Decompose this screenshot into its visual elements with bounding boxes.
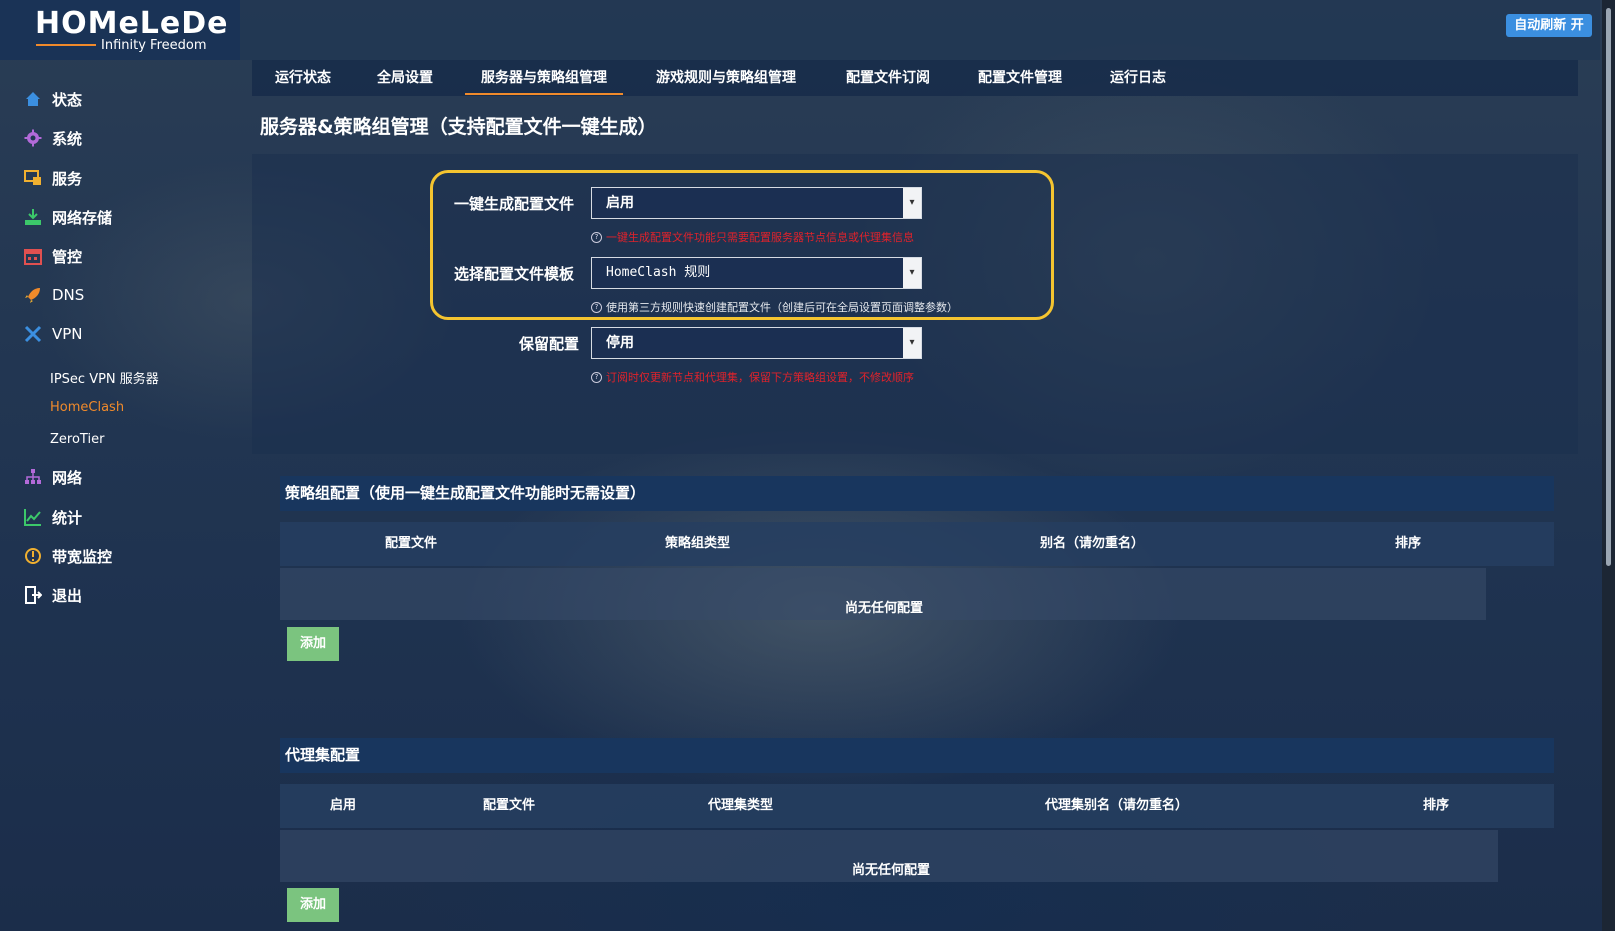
network-icon: [24, 468, 42, 486]
sidebar-item-services[interactable]: 服务: [24, 163, 82, 193]
scrollbar-thumb[interactable]: [1606, 8, 1611, 566]
proxy-table-header: 启用 配置文件 代理集类型 代理集别名（请勿重名） 排序: [280, 784, 1554, 828]
sidebar-item-system[interactable]: 系统: [24, 123, 82, 153]
policy-table-header: 配置文件 策略组类型 别名（请勿重名） 排序: [280, 522, 1554, 566]
sidebar-item-network[interactable]: 网络: [24, 462, 82, 492]
keep-config-hint: ? 订阅时仅更新节点和代理集，保留下方策略组设置，不修改顺序: [591, 369, 914, 385]
sidebar-item-control[interactable]: 管控: [24, 241, 82, 271]
sidebar-item-storage[interactable]: 网络存储: [24, 202, 112, 232]
gen-config-value: 启用: [606, 195, 634, 211]
sidebar-item-label: 系统: [52, 129, 83, 148]
template-label: 选择配置文件模板: [454, 265, 575, 283]
sidebar-item-label: 带宽监控: [52, 547, 113, 566]
chevron-down-icon: ▾: [903, 328, 921, 358]
sidebar-item-stats[interactable]: 统计: [24, 502, 82, 532]
proxy-col-enable: 启用: [330, 798, 357, 813]
tab-game-rules[interactable]: 游戏规则与策略组管理: [656, 60, 796, 96]
policy-col-order: 排序: [1395, 536, 1422, 551]
sidebar-item-label: 退出: [52, 586, 83, 605]
proxy-col-config: 配置文件: [483, 798, 536, 813]
gen-config-hint: ? 一键生成配置文件功能只需要配置服务器节点信息或代理集信息: [591, 229, 914, 245]
logo-text: HOMeLeDe: [35, 6, 229, 41]
sidebar-item-bandwidth[interactable]: 带宽监控: [24, 541, 112, 571]
gen-config-select[interactable]: 启用 ▾: [591, 187, 922, 219]
services-icon: [24, 169, 42, 187]
sidebar-item-label: 管控: [52, 247, 83, 266]
tab-config-subscription[interactable]: 配置文件订阅: [846, 60, 930, 96]
help-icon: ?: [591, 301, 602, 313]
chevron-down-icon: ▾: [903, 258, 921, 288]
help-icon: ?: [591, 231, 602, 243]
keep-config-select[interactable]: 停用 ▾: [591, 327, 922, 359]
template-value: HomeClash 规则: [606, 265, 711, 280]
download-icon: [24, 208, 42, 226]
logout-icon: [24, 586, 42, 604]
auto-refresh-button[interactable]: 自动刷新 开: [1506, 14, 1592, 37]
keep-config-value: 停用: [606, 335, 634, 351]
calendar-icon: [24, 247, 42, 265]
chart-icon: [24, 508, 42, 526]
policy-add-button[interactable]: 添加: [287, 627, 339, 661]
page-title: 服务器&策略组管理（支持配置文件一键生成）: [260, 116, 657, 138]
template-select[interactable]: HomeClash 规则 ▾: [591, 257, 922, 289]
sidebar-item-label: 网络存储: [52, 208, 113, 227]
sidebar-item-logout[interactable]: 退出: [24, 580, 82, 610]
sidebar-item-vpn[interactable]: VPN: [24, 319, 83, 349]
sidebar-subitem-zerotier[interactable]: ZeroTier: [50, 432, 104, 447]
help-icon: ?: [591, 371, 602, 383]
sidebar-item-label: 统计: [52, 508, 83, 527]
policy-col-type: 策略组类型: [665, 536, 731, 551]
policy-empty-text: 尚无任何配置: [845, 601, 924, 616]
template-hint: ? 使用第三方规则快速创建配置文件（创建后可在全局设置页面调整参数）: [591, 299, 958, 315]
rocket-icon: [24, 286, 42, 304]
tab-config-management[interactable]: 配置文件管理: [978, 60, 1062, 96]
sidebar-subitem-ipsec[interactable]: IPSec VPN 服务器: [50, 368, 159, 387]
tab-run-status[interactable]: 运行状态: [275, 60, 331, 96]
policy-col-alias: 别名（请勿重名）: [1040, 536, 1145, 551]
logo-underline: [36, 44, 96, 46]
logo[interactable]: HOMeLeDe Infinity Freedom: [0, 0, 240, 60]
proxy-add-button[interactable]: 添加: [287, 888, 339, 922]
gear-icon: [24, 129, 42, 147]
tab-global-settings[interactable]: 全局设置: [377, 60, 433, 96]
gen-config-label: 一键生成配置文件: [454, 195, 575, 213]
proxy-empty-text: 尚无任何配置: [852, 863, 931, 878]
proxy-col-type: 代理集类型: [708, 798, 774, 813]
tab-server-policy[interactable]: 服务器与策略组管理: [481, 60, 607, 96]
sidebar-item-dns[interactable]: DNS: [24, 280, 84, 310]
active-tab-indicator: [465, 93, 623, 95]
sidebar-item-status[interactable]: 状态: [24, 84, 82, 114]
sidebar-subitem-homeclash[interactable]: HomeClash: [50, 400, 124, 415]
sidebar-item-label: 状态: [52, 90, 83, 109]
monitor-icon: [24, 547, 42, 565]
chevron-down-icon: ▾: [903, 188, 921, 218]
proxy-col-order: 排序: [1423, 798, 1450, 813]
keep-config-label: 保留配置: [519, 335, 580, 353]
sidebar-item-label: VPN: [52, 325, 83, 343]
tab-run-log[interactable]: 运行日志: [1110, 60, 1166, 96]
home-icon: [24, 90, 42, 108]
policy-section-title: 策略组配置（使用一键生成配置文件功能时无需设置）: [280, 476, 1554, 511]
sidebar-item-label: 服务: [52, 169, 83, 188]
proxy-col-alias: 代理集别名（请勿重名）: [1045, 798, 1189, 813]
proxy-section-title: 代理集配置: [280, 738, 1554, 773]
vpn-icon: [24, 325, 42, 343]
policy-col-config: 配置文件: [385, 536, 438, 551]
logo-subtitle: Infinity Freedom: [101, 38, 207, 53]
sidebar-item-label: DNS: [52, 286, 85, 304]
top-bar: [0, 0, 1600, 60]
sidebar-item-label: 网络: [52, 468, 83, 487]
